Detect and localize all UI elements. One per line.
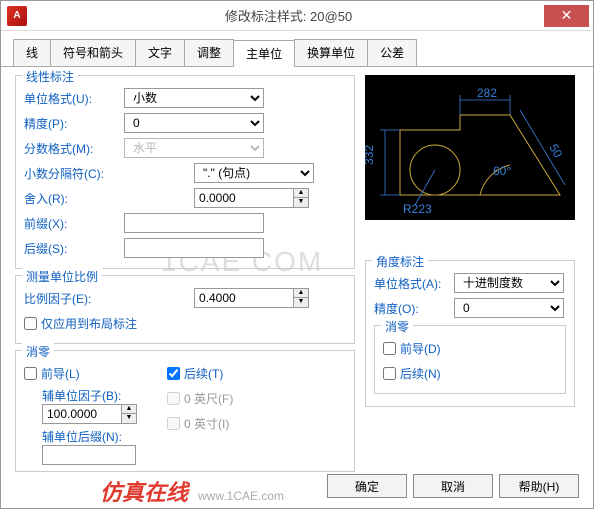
group-angular: 角度标注 单位格式(A): 十进制度数 精度(O): 0 消零 前导(D) 后续… <box>365 260 575 407</box>
ang-trailing-checkbox[interactable] <box>383 367 396 380</box>
suffix-label: 后缀(S): <box>24 240 124 257</box>
round-spinner[interactable]: ▲▼ <box>194 188 309 208</box>
tab-content: 线性标注 单位格式(U): 小数 精度(P): 0 分数格式(M): 水平 小数… <box>1 67 593 486</box>
spin-up-icon[interactable]: ▲ <box>122 405 136 414</box>
unit-format-label: 单位格式(U): <box>24 90 124 107</box>
spin-down-icon[interactable]: ▼ <box>294 198 308 207</box>
fraction-label: 分数格式(M): <box>24 140 124 157</box>
feet-checkbox <box>167 392 180 405</box>
trailing-checkbox[interactable] <box>167 367 180 380</box>
dialog-window: A 修改标注样式: 20@50 ✕ 线 符号和箭头 文字 调整 主单位 换算单位… <box>0 0 594 509</box>
tab-row: 线 符号和箭头 文字 调整 主单位 换算单位 公差 <box>1 31 593 67</box>
layout-only-label: 仅应用到布局标注 <box>41 315 137 332</box>
tab-text[interactable]: 文字 <box>135 39 185 66</box>
leading-label: 前导(L) <box>41 365 80 382</box>
spin-down-icon[interactable]: ▼ <box>122 414 136 423</box>
feet-label: 0 英尺(F) <box>184 390 233 407</box>
spin-up-icon[interactable]: ▲ <box>294 189 308 198</box>
unit-format-select[interactable]: 小数 <box>124 88 264 108</box>
subsuffix-input[interactable] <box>42 445 136 465</box>
tab-fit[interactable]: 调整 <box>184 39 234 66</box>
dim-top: 282 <box>477 86 497 100</box>
ang-precision-label: 精度(O): <box>374 300 454 317</box>
cancel-button[interactable]: 取消 <box>413 474 493 498</box>
ang-leading-checkbox[interactable] <box>383 342 396 355</box>
precision-select[interactable]: 0 <box>124 113 264 133</box>
ang-precision-select[interactable]: 0 <box>454 298 564 318</box>
prefix-input[interactable] <box>124 213 264 233</box>
subfactor-label: 辅单位因子(B): <box>42 387 137 404</box>
precision-label: 精度(P): <box>24 115 124 132</box>
inches-label: 0 英寸(I) <box>184 415 229 432</box>
group-zero-angular: 消零 前导(D) 后续(N) <box>374 325 566 394</box>
preview-pane: 282 332 50 60° R223 <box>365 75 575 220</box>
tab-tolerance[interactable]: 公差 <box>367 39 417 66</box>
leading-checkbox[interactable] <box>24 367 37 380</box>
spin-up-icon[interactable]: ▲ <box>294 289 308 298</box>
tab-symbols[interactable]: 符号和箭头 <box>50 39 136 66</box>
scale-factor-label: 比例因子(E): <box>24 290 124 307</box>
ang-leading-label: 前导(D) <box>400 340 441 357</box>
scale-factor-input[interactable] <box>194 288 294 308</box>
tab-alt-units[interactable]: 换算单位 <box>294 39 368 66</box>
subfactor-spinner[interactable]: ▲▼ <box>42 404 137 424</box>
decsep-label: 小数分隔符(C): <box>24 165 124 182</box>
fraction-select: 水平 <box>124 138 264 158</box>
inches-checkbox <box>167 417 180 430</box>
ang-format-select[interactable]: 十进制度数 <box>454 273 564 293</box>
group-linear-title: 线性标注 <box>22 68 78 85</box>
round-label: 舍入(R): <box>24 190 124 207</box>
dim-angle: 60° <box>493 164 511 178</box>
group-zero-angular-title: 消零 <box>381 318 413 335</box>
trailing-label: 后续(T) <box>184 365 223 382</box>
layout-only-checkbox[interactable] <box>24 317 37 330</box>
button-bar: 确定 取消 帮助(H) <box>327 474 579 498</box>
group-zero-linear: 消零 前导(L) 辅单位因子(B): ▲▼ 辅单位后缀(N): 后续(T) 0 <box>15 350 355 472</box>
tab-line[interactable]: 线 <box>13 39 51 66</box>
subfactor-input[interactable] <box>42 404 122 424</box>
dialog-title: 修改标注样式: 20@50 <box>33 6 544 25</box>
group-angular-title: 角度标注 <box>372 253 428 270</box>
ang-format-label: 单位格式(A): <box>374 275 454 292</box>
titlebar: A 修改标注样式: 20@50 ✕ <box>1 1 593 31</box>
decsep-select[interactable]: "." (句点) <box>194 163 314 183</box>
spin-down-icon[interactable]: ▼ <box>294 298 308 307</box>
round-input[interactable] <box>194 188 294 208</box>
prefix-label: 前缀(X): <box>24 215 124 232</box>
group-scale-title: 测量单位比例 <box>22 268 102 285</box>
dim-radius: R223 <box>403 202 432 216</box>
scale-factor-spinner[interactable]: ▲▼ <box>194 288 309 308</box>
close-button[interactable]: ✕ <box>544 5 589 27</box>
tab-primary-units[interactable]: 主单位 <box>233 40 295 67</box>
dim-left: 332 <box>365 145 376 165</box>
dim-right: 50 <box>546 142 565 161</box>
help-button[interactable]: 帮助(H) <box>499 474 579 498</box>
ok-button[interactable]: 确定 <box>327 474 407 498</box>
group-zero-linear-title: 消零 <box>22 343 54 360</box>
group-linear: 线性标注 单位格式(U): 小数 精度(P): 0 分数格式(M): 水平 小数… <box>15 75 355 269</box>
ang-trailing-label: 后续(N) <box>400 365 441 382</box>
group-scale: 测量单位比例 比例因子(E): ▲▼ 仅应用到布局标注 <box>15 275 355 344</box>
subsuffix-label: 辅单位后缀(N): <box>42 428 137 445</box>
app-icon: A <box>7 6 27 26</box>
suffix-input[interactable] <box>124 238 264 258</box>
